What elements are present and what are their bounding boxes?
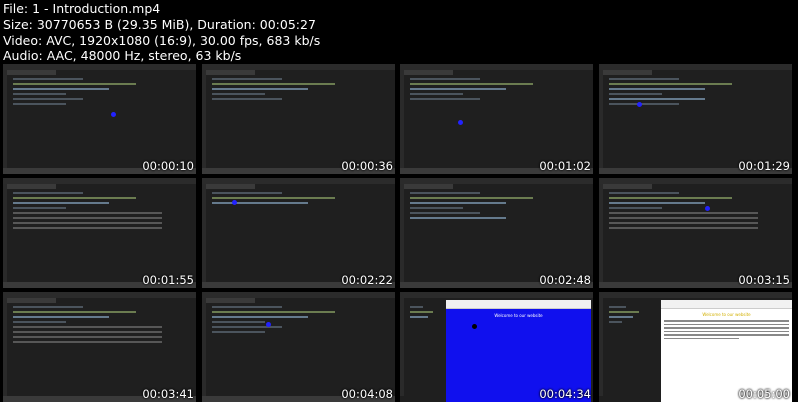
timestamp: 00:00:10 — [142, 159, 194, 173]
timestamp: 00:03:15 — [738, 273, 790, 287]
mouse-cursor-icon — [111, 112, 116, 117]
thumbnail-2[interactable]: 00:00:36 — [202, 64, 395, 174]
video-info: Video: AVC, 1920x1080 (16:9), 30.00 fps,… — [3, 32, 321, 48]
file-name: File: 1 - Introduction.mp4 — [3, 1, 161, 16]
thumbnail-7[interactable]: 00:02:48 — [400, 178, 593, 288]
thumbnail-1[interactable]: 00:00:10 — [3, 64, 196, 174]
page-title: Welcome to our website — [494, 313, 543, 318]
mouse-cursor-icon — [705, 206, 710, 211]
timestamp: 00:02:22 — [341, 273, 393, 287]
thumbnail-12[interactable]: Welcome to our website 00:05:00 — [599, 292, 792, 402]
timestamp: 00:01:29 — [738, 159, 790, 173]
mouse-cursor-icon — [472, 324, 477, 329]
thumbnail-8[interactable]: 00:03:15 — [599, 178, 792, 288]
timestamp: 00:04:08 — [341, 387, 393, 401]
thumbnail-10[interactable]: 00:04:08 — [202, 292, 395, 402]
timestamp: 00:02:48 — [539, 273, 591, 287]
thumbnail-11[interactable]: Welcome to our website 00:04:34 — [400, 292, 593, 402]
timestamp: 00:01:02 — [539, 159, 591, 173]
thumbnail-4[interactable]: 00:01:29 — [599, 64, 792, 174]
timestamp: 00:03:41 — [142, 387, 194, 401]
thumbnail-6[interactable]: 00:02:22 — [202, 178, 395, 288]
mouse-cursor-icon — [266, 322, 271, 327]
timestamp: 00:05:00 — [738, 387, 790, 401]
thumbnail-grid: 00:00:10 00:00:36 00:01:02 00:01:29 00:0… — [3, 64, 797, 402]
timestamp: 00:04:34 — [539, 387, 591, 401]
thumbnail-5[interactable]: 00:01:55 — [3, 178, 196, 288]
timestamp: 00:00:36 — [341, 159, 393, 173]
mouse-cursor-icon — [458, 120, 463, 125]
thumbnail-3[interactable]: 00:01:02 — [400, 64, 593, 174]
thumbnail-9[interactable]: 00:03:41 — [3, 292, 196, 402]
audio-info: Audio: AAC, 48000 Hz, stereo, 63 kb/s — [3, 48, 242, 64]
file-info: File: 1 - Introduction.mp4 Size: 30770653… — [3, 1, 320, 64]
mouse-cursor-icon — [637, 102, 642, 107]
timestamp: 00:01:55 — [142, 273, 194, 287]
page-title: Welcome to our website — [702, 312, 751, 317]
file-size-duration: Size: 30770653 B (29.35 MiB), Duration: … — [3, 16, 316, 32]
mouse-cursor-icon — [232, 200, 237, 205]
